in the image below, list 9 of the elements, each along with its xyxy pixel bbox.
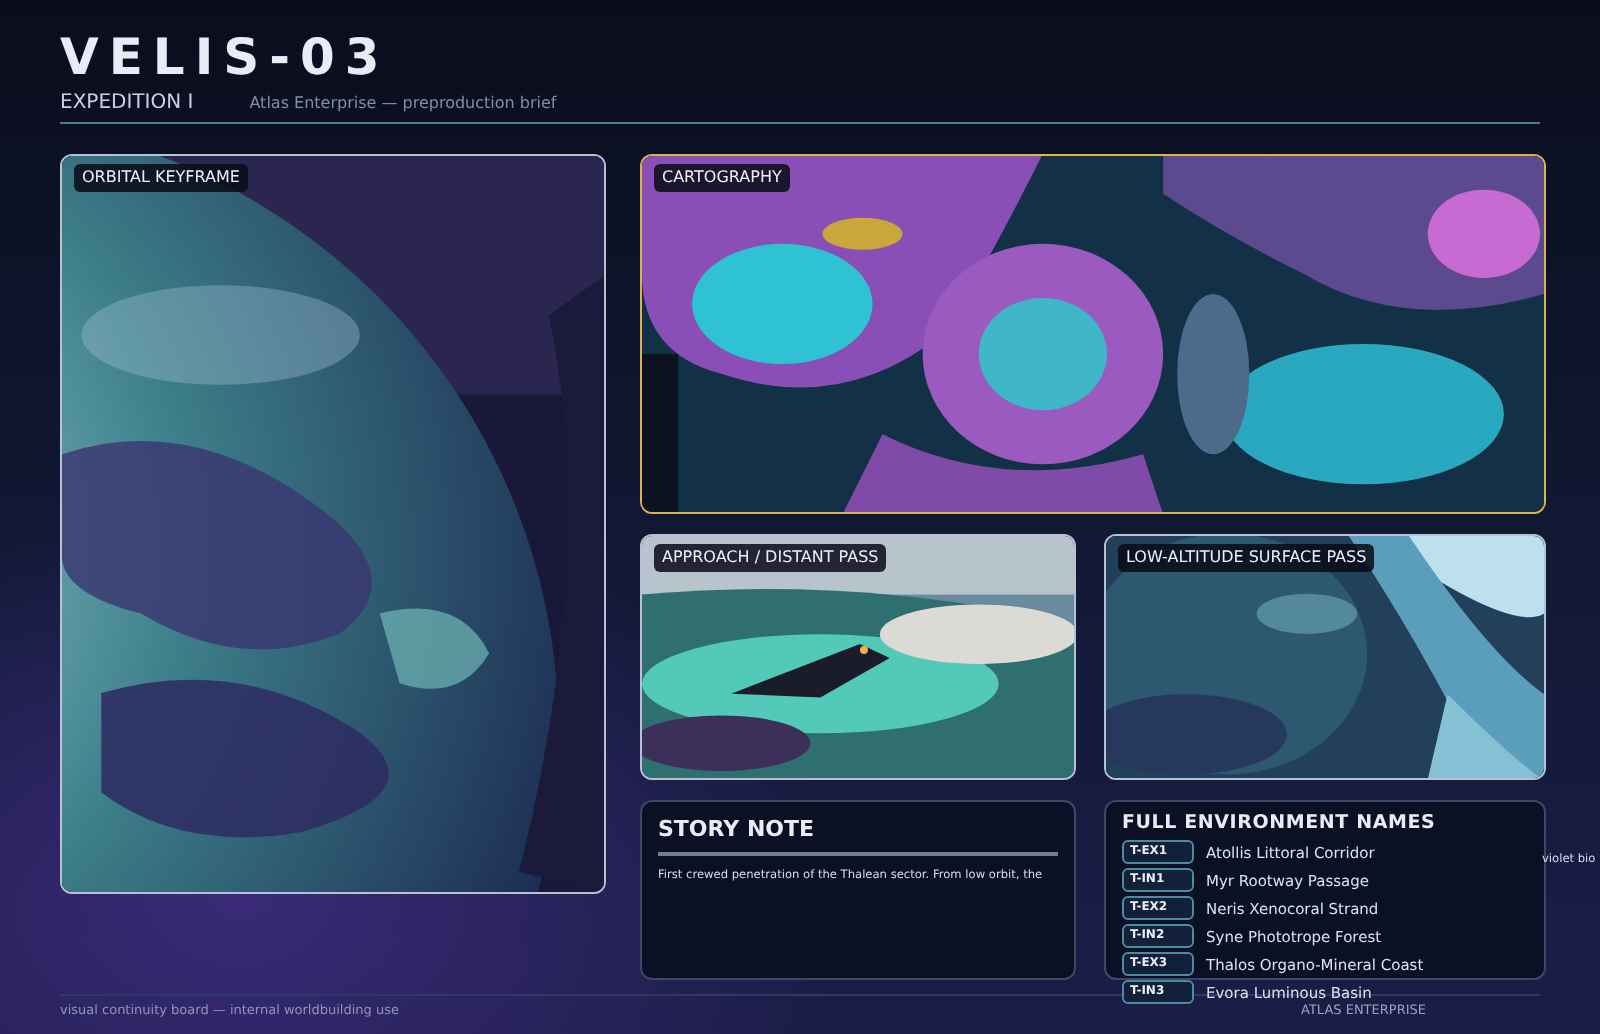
panel-label: APPROACH / DISTANT PASS — [654, 544, 887, 572]
panel-label: CARTOGRAPHY — [654, 164, 790, 192]
environment-title: FULL ENVIRONMENT NAMES — [1122, 810, 1438, 838]
story-title: STORY NOTE — [658, 814, 1058, 855]
subtitle: EXPEDITION I — [60, 90, 194, 118]
panel-label: ORBITAL KEYFRAME — [74, 164, 248, 192]
tagline: Atlas Enterprise — preproduction brief — [249, 92, 557, 116]
panel-label: LOW-ALTITUDE SURFACE PASS — [1118, 544, 1375, 572]
page-title: VELIS-03 — [60, 32, 392, 82]
